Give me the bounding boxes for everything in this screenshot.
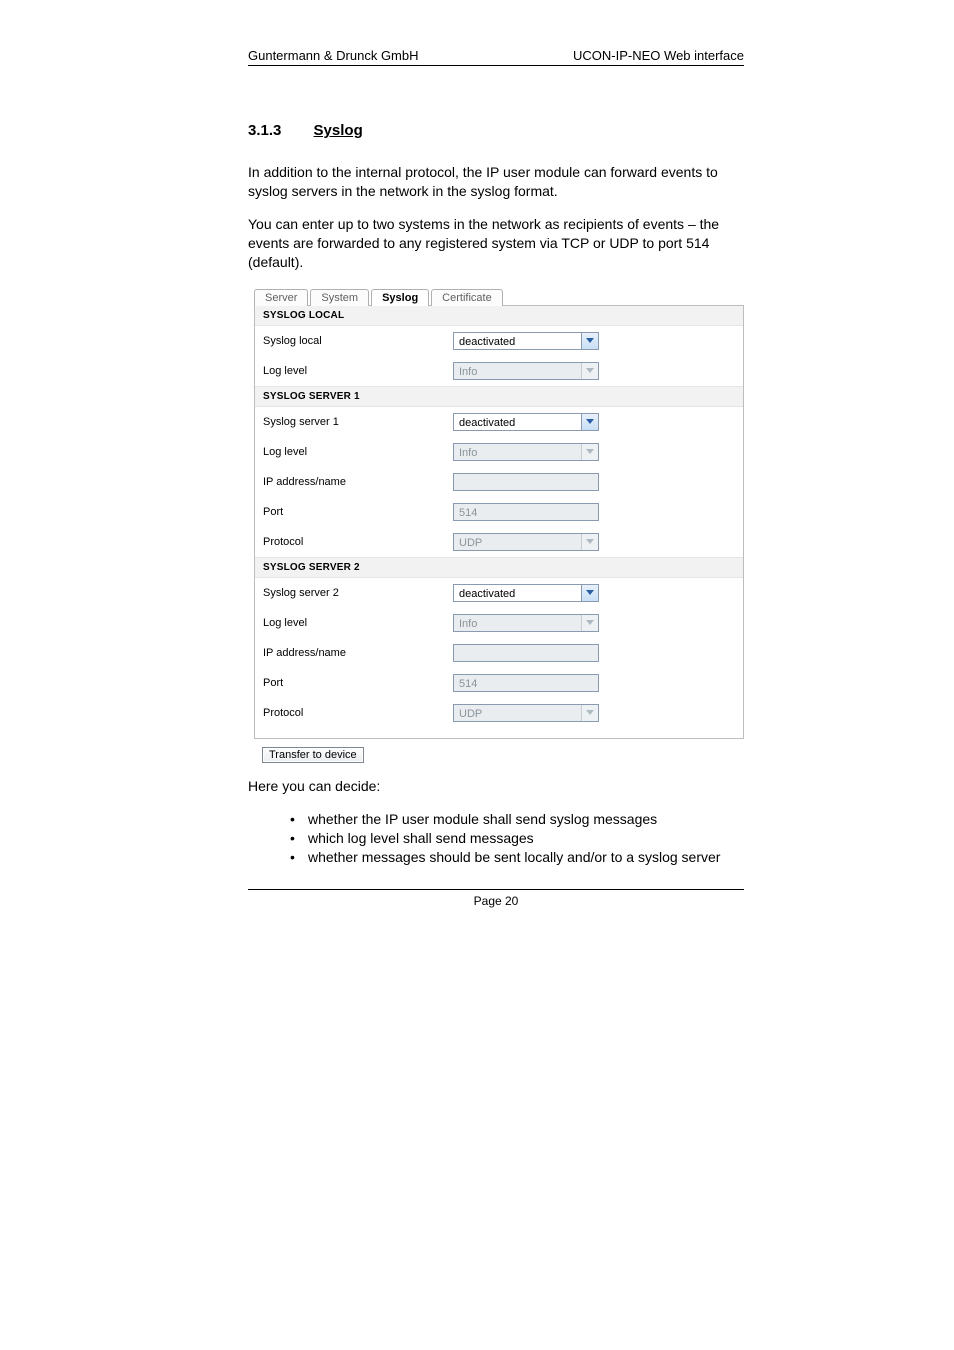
dropdown-value: deactivated [453,413,599,431]
row-server2-loglevel: Log level Info [255,608,743,638]
dropdown-local-loglevel[interactable]: Info [453,362,599,380]
list-item: whether the IP user module shall send sy… [286,810,744,829]
dropdown-server1-loglevel[interactable]: Info [453,443,599,461]
input-server1-ip[interactable] [453,473,599,491]
label-server1-enable: Syslog server 1 [263,416,453,428]
transfer-label: Transfer to device [262,747,364,763]
input-server2-port[interactable]: 514 [453,674,599,692]
syslog-config-panel: Server System Syslog Certificate SYSLOG … [254,285,744,739]
label-server2-port: Port [263,677,453,689]
row-server2-protocol: Protocol UDP [255,698,743,728]
page-number: Page 20 [474,894,519,908]
dropdown-syslog-local[interactable]: deactivated [453,332,599,350]
section-title: Syslog [314,122,363,139]
tab-server[interactable]: Server [254,289,308,306]
decide-list: whether the IP user module shall send sy… [286,810,744,867]
header-right: UCON-IP-NEO Web interface [573,48,744,63]
input-server2-ip[interactable] [453,644,599,662]
row-server1-protocol: Protocol UDP [255,527,743,557]
input-value: 514 [453,503,599,521]
dropdown-value: Info [453,614,599,632]
label-syslog-local: Syslog local [263,335,453,347]
dropdown-server1-enable[interactable]: deactivated [453,413,599,431]
label-server1-protocol: Protocol [263,536,453,548]
row-server1-ip: IP address/name [255,467,743,497]
row-server1-enable: Syslog server 1 deactivated [255,407,743,437]
input-value [453,644,599,662]
label-server1-port: Port [263,506,453,518]
row-syslog-local: Syslog local deactivated [255,326,743,356]
chevron-down-icon [581,615,598,631]
label-server1-ip: IP address/name [263,476,453,488]
row-local-loglevel: Log level Info [255,356,743,386]
dropdown-value: deactivated [453,584,599,602]
label-server2-enable: Syslog server 2 [263,587,453,599]
page-footer: Page 20 [248,889,744,908]
tab-syslog[interactable]: Syslog [371,289,429,306]
dropdown-server2-protocol[interactable]: UDP [453,704,599,722]
row-server1-port: Port 514 [255,497,743,527]
input-value: 514 [453,674,599,692]
dropdown-value: UDP [453,704,599,722]
label-server2-loglevel: Log level [263,617,453,629]
tab-system[interactable]: System [310,289,369,306]
label-local-loglevel: Log level [263,365,453,377]
input-value [453,473,599,491]
chevron-down-icon [581,333,598,349]
dropdown-value: deactivated [453,332,599,350]
tab-certificate[interactable]: Certificate [431,289,503,306]
header-left: Guntermann & Drunck GmbH [248,48,419,63]
dropdown-value: Info [453,362,599,380]
label-server2-ip: IP address/name [263,647,453,659]
chevron-down-icon [581,363,598,379]
dropdown-server1-protocol[interactable]: UDP [453,533,599,551]
page-header: Guntermann & Drunck GmbH UCON-IP-NEO Web… [248,48,744,66]
panel-body: SYSLOG LOCAL Syslog local deactivated Lo… [254,305,744,739]
section-syslog-server2-header: SYSLOG SERVER 2 [255,557,743,578]
tab-bar: Server System Syslog Certificate [254,285,744,305]
row-server2-ip: IP address/name [255,638,743,668]
dropdown-server2-enable[interactable]: deactivated [453,584,599,602]
label-server2-protocol: Protocol [263,707,453,719]
chevron-down-icon [581,444,598,460]
section-syslog-server1-header: SYSLOG SERVER 1 [255,386,743,407]
chevron-down-icon [581,534,598,550]
paragraph-1: In addition to the internal protocol, th… [248,163,744,201]
chevron-down-icon [581,585,598,601]
section-heading: 3.1.3 Syslog [248,122,744,139]
section-number: 3.1.3 [248,122,281,139]
chevron-down-icon [581,414,598,430]
list-item: whether messages should be sent locally … [286,848,744,867]
dropdown-server2-loglevel[interactable]: Info [453,614,599,632]
dropdown-value: Info [453,443,599,461]
transfer-to-device-button[interactable]: Transfer to device [262,747,382,763]
row-server2-enable: Syslog server 2 deactivated [255,578,743,608]
dropdown-value: UDP [453,533,599,551]
decide-intro: Here you can decide: [248,777,744,796]
row-server2-port: Port 514 [255,668,743,698]
list-item: which log level shall send messages [286,829,744,848]
paragraph-2: You can enter up to two systems in the n… [248,215,744,272]
row-server1-loglevel: Log level Info [255,437,743,467]
section-syslog-local-header: SYSLOG LOCAL [255,306,743,326]
chevron-down-icon [581,705,598,721]
label-server1-loglevel: Log level [263,446,453,458]
input-server1-port[interactable]: 514 [453,503,599,521]
